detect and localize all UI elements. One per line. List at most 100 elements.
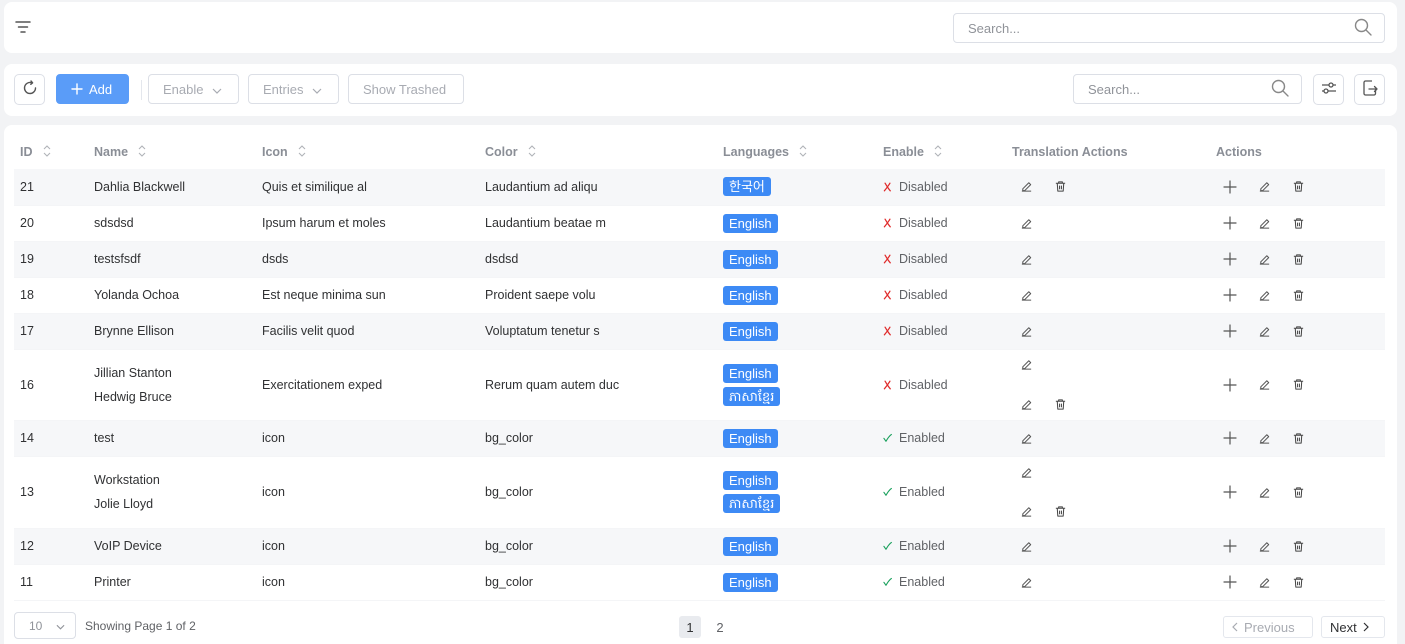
column-header-enable[interactable]: Enable — [877, 135, 1006, 169]
plus-icon[interactable] — [1222, 179, 1238, 195]
trash-icon[interactable] — [1290, 323, 1306, 339]
edit-icon[interactable] — [1018, 574, 1034, 590]
edit-icon[interactable] — [1256, 251, 1272, 267]
sort-icon[interactable] — [528, 144, 536, 161]
sort-icon[interactable] — [138, 144, 146, 161]
row-name: Jolie Lloyd — [94, 497, 154, 511]
entries-dropdown[interactable]: Entries — [248, 74, 339, 104]
chevron-left-icon — [1232, 622, 1238, 632]
cell-actions — [1208, 277, 1385, 314]
edit-icon[interactable] — [1018, 179, 1034, 195]
edit-icon[interactable] — [1256, 215, 1272, 231]
edit-icon[interactable] — [1256, 323, 1272, 339]
sort-icon[interactable] — [799, 144, 807, 161]
edit-icon[interactable] — [1018, 215, 1034, 231]
trash-icon[interactable] — [1290, 538, 1306, 554]
column-header-icon[interactable]: Icon — [256, 135, 479, 169]
refresh-button[interactable] — [14, 74, 45, 105]
search-icon[interactable] — [1354, 18, 1372, 39]
edit-icon[interactable] — [1256, 484, 1272, 500]
export-button[interactable] — [1354, 74, 1385, 105]
edit-icon[interactable] — [1018, 323, 1034, 339]
cell-name: VoIP Device — [88, 528, 256, 565]
cell-enable: Enabled — [877, 456, 1006, 529]
column-header-translation-actions: Translation Actions — [1012, 145, 1128, 159]
trash-icon[interactable] — [1290, 287, 1306, 303]
cell-translation-actions — [1006, 205, 1208, 242]
column-header-color[interactable]: Color — [479, 135, 717, 169]
cell-name: Printer — [88, 564, 256, 601]
trash-icon[interactable] — [1290, 574, 1306, 590]
cell-color: bg_color — [479, 528, 717, 565]
table-search-input[interactable] — [1088, 81, 1249, 97]
previous-button[interactable]: Previous — [1223, 616, 1313, 638]
sort-icon[interactable] — [934, 144, 942, 161]
sliders-icon — [1321, 81, 1337, 98]
edit-icon[interactable] — [1018, 504, 1034, 520]
trash-icon[interactable] — [1052, 179, 1068, 195]
row-name: VoIP Device — [94, 539, 162, 553]
plus-icon[interactable] — [1222, 430, 1238, 446]
trash-icon[interactable] — [1290, 215, 1306, 231]
plus-icon[interactable] — [1222, 251, 1238, 267]
chevron-down-icon — [56, 619, 65, 633]
add-button[interactable]: Add — [56, 74, 129, 104]
cell-enable: Disabled — [877, 169, 1006, 206]
table-body: 21 Dahlia Blackwell Quis et similique al La… — [14, 169, 1385, 601]
edit-icon[interactable] — [1018, 538, 1034, 554]
edit-icon[interactable] — [1018, 430, 1034, 446]
sort-icon[interactable] — [298, 144, 306, 161]
plus-icon[interactable] — [1222, 484, 1238, 500]
column-settings-button[interactable] — [1313, 74, 1344, 105]
trash-icon[interactable] — [1290, 377, 1306, 393]
edit-icon[interactable] — [1256, 538, 1272, 554]
status-label: Enabled — [899, 539, 945, 553]
edit-icon[interactable] — [1018, 357, 1034, 373]
enable-dropdown[interactable]: Enable — [148, 74, 239, 104]
search-icon[interactable] — [1271, 79, 1289, 100]
check-icon — [883, 538, 899, 554]
trash-icon[interactable] — [1290, 484, 1306, 500]
cell-languages: English — [717, 277, 877, 314]
language-badge: English — [723, 471, 778, 490]
edit-icon[interactable] — [1256, 430, 1272, 446]
edit-icon[interactable] — [1018, 464, 1034, 480]
trash-icon[interactable] — [1052, 504, 1068, 520]
edit-icon[interactable] — [1018, 251, 1034, 267]
cell-id: 21 — [14, 169, 88, 206]
language-badge: ភាសាខ្មែរ — [723, 386, 781, 406]
status-label: Disabled — [899, 179, 948, 194]
cell-actions — [1208, 169, 1385, 206]
show-trashed-button[interactable]: Show Trashed — [348, 74, 464, 104]
plus-icon[interactable] — [1222, 377, 1238, 393]
column-header-id[interactable]: ID — [14, 135, 88, 169]
filter-menu-icon[interactable] — [15, 20, 31, 37]
plus-icon[interactable] — [1222, 215, 1238, 231]
column-header-name[interactable]: Name — [88, 135, 256, 169]
sort-icon[interactable] — [43, 144, 51, 161]
trash-icon[interactable] — [1290, 179, 1306, 195]
page-size-select[interactable]: 10 — [14, 612, 76, 639]
edit-icon[interactable] — [1018, 287, 1034, 303]
global-search-input[interactable] — [968, 20, 1292, 36]
page-2-button[interactable]: 2 — [709, 616, 731, 638]
edit-icon[interactable] — [1256, 377, 1272, 393]
next-button[interactable]: Next — [1321, 616, 1385, 638]
show-trashed-label: Show Trashed — [363, 81, 447, 97]
trash-icon[interactable] — [1052, 396, 1068, 412]
edit-icon[interactable] — [1256, 179, 1272, 195]
plus-icon[interactable] — [1222, 538, 1238, 554]
plus-icon[interactable] — [1222, 287, 1238, 303]
cell-translation-actions — [1006, 313, 1208, 350]
refresh-icon — [22, 80, 38, 99]
page-1-button[interactable]: 1 — [679, 616, 701, 638]
edit-icon[interactable] — [1256, 574, 1272, 590]
status-label: Enabled — [899, 485, 945, 499]
column-header-languages[interactable]: Languages — [717, 135, 877, 169]
plus-icon[interactable] — [1222, 574, 1238, 590]
edit-icon[interactable] — [1256, 287, 1272, 303]
trash-icon[interactable] — [1290, 251, 1306, 267]
edit-icon[interactable] — [1018, 396, 1034, 412]
plus-icon[interactable] — [1222, 323, 1238, 339]
trash-icon[interactable] — [1290, 430, 1306, 446]
